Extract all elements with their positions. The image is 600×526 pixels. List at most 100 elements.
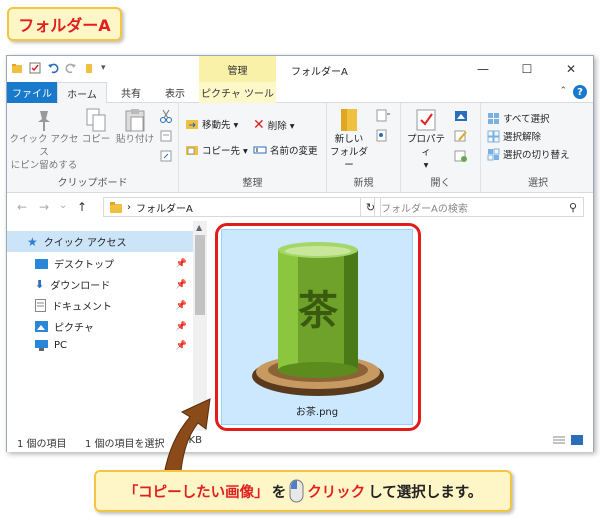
callout-action-text: して選択します。 (368, 484, 483, 501)
new-folder-button[interactable]: 新しい フォルダー (329, 107, 369, 172)
folder-title-badge: フォルダーA (7, 7, 122, 41)
scroll-up-icon[interactable]: ▲ (196, 223, 202, 232)
address-row: ← → ⌄ ↑ › フォルダーA ↻ フォルダーAの検索 ⚲ (7, 193, 593, 221)
recent-locations-button[interactable]: ⌄ (59, 200, 67, 211)
tab-view[interactable]: 表示 (155, 82, 195, 103)
undo-icon[interactable] (47, 62, 59, 74)
nav-item-pc[interactable]: PC 📌 (35, 340, 187, 351)
item-count: 1 個の項目 (17, 439, 67, 450)
rename-icon (253, 146, 267, 154)
copy-to-button[interactable]: コピー先 ▾ (185, 143, 248, 157)
open-icon[interactable] (453, 109, 469, 123)
explorer-window: ▾ 管理 フォルダーA — ☐ ✕ ファイル ホーム 共有 表示 ピクチャ ツー… (6, 55, 594, 452)
open-group-label: 開く (430, 178, 451, 189)
pin-icon: 📌 (175, 258, 187, 269)
pin-icon: 📌 (175, 321, 187, 332)
paste-shortcut-icon[interactable] (159, 149, 173, 163)
select-all-icon (488, 112, 499, 124)
window-title: フォルダーA (291, 67, 348, 78)
history-icon[interactable] (453, 149, 469, 163)
back-button[interactable]: ← (17, 200, 27, 214)
callout-target-text: 「コピーしたい画像」 (123, 484, 269, 501)
collapse-ribbon-icon[interactable]: ⌃ (559, 86, 567, 96)
organize-group-label: 整理 (242, 178, 263, 189)
nav-item-desktop[interactable]: デスクトップ 📌 (35, 256, 187, 271)
mouse-icon (289, 479, 304, 503)
customize-qat-icon[interactable]: ▾ (101, 63, 106, 73)
tab-home[interactable]: ホーム (57, 82, 107, 104)
easy-access-icon[interactable] (375, 129, 391, 143)
selection-highlight-frame (215, 223, 421, 431)
callout-click-text: クリック (307, 484, 366, 501)
select-none-icon (487, 130, 500, 142)
callout-particle-text: を (271, 484, 287, 501)
document-icon (35, 299, 46, 312)
select-group: すべて選択 選択解除 選択の切り替え 選択 (481, 103, 595, 193)
pin-quick-access-button[interactable]: クイック アクセス にピン留めする (9, 107, 79, 172)
select-none-button[interactable]: 選択解除 (487, 129, 541, 143)
search-input[interactable]: フォルダーAの検索 ⚲ (374, 197, 584, 217)
new-folder-icon (341, 109, 357, 131)
redo-icon[interactable] (65, 62, 77, 74)
invert-selection-button[interactable]: 選択の切り替え (487, 147, 570, 161)
paste-button[interactable]: 貼り付け (115, 107, 155, 146)
up-button[interactable]: ↑ (77, 200, 87, 214)
clipboard-group: クイック アクセス にピン留めする コピー 貼り付け クリップボード (7, 103, 179, 193)
delete-button[interactable]: ✕ 削除 ▾ (253, 117, 295, 133)
tab-file[interactable]: ファイル (7, 82, 57, 103)
desktop-icon (35, 258, 48, 269)
cut-icon[interactable] (159, 109, 173, 123)
address-bar[interactable]: › フォルダーA (103, 197, 361, 217)
properties-large-icon (416, 109, 436, 131)
nav-item-pictures[interactable]: ピクチャ 📌 (35, 319, 187, 334)
nav-item-downloads[interactable]: ⬇ ダウンロード 📌 (35, 277, 187, 292)
copy-button[interactable]: コピー (81, 107, 111, 146)
clipboard-group-label: クリップボード (57, 178, 128, 189)
large-icons-view-icon[interactable] (571, 435, 583, 445)
select-all-button[interactable]: すべて選択 (487, 111, 549, 125)
download-icon: ⬇ (35, 278, 45, 291)
tab-picture-tools[interactable]: ピクチャ ツール (199, 82, 276, 103)
move-to-icon (186, 120, 198, 129)
pin-icon: 📌 (175, 340, 187, 351)
paste-icon (125, 109, 145, 132)
move-to-button[interactable]: 移動先 ▾ (185, 117, 238, 131)
pin-icon (38, 111, 50, 131)
file-list: 茶 お茶.png (207, 221, 593, 431)
organize-group: 移動先 ▾ コピー先 ▾ ✕ 削除 ▾ 名前の変更 整理 (179, 103, 327, 193)
pin-icon: 📌 (175, 300, 187, 311)
help-icon[interactable]: ? (573, 85, 587, 99)
edit-icon[interactable] (453, 129, 469, 143)
nav-item-quick-access[interactable]: ★ クイック アクセス (7, 231, 193, 252)
nav-item-documents[interactable]: ドキュメント 📌 (35, 298, 187, 313)
path-separator: › (127, 201, 131, 213)
copy-icon (86, 108, 106, 132)
star-icon: ★ (27, 234, 38, 249)
details-view-icon[interactable] (553, 435, 565, 445)
pc-icon (35, 340, 48, 351)
properties-button[interactable]: プロパティ ▾ (403, 107, 449, 172)
instruction-callout: 「コピーしたい画像」 を クリック して選択します。 (94, 470, 512, 512)
rename-button[interactable]: 名前の変更 (253, 143, 318, 157)
title-bar: ▾ 管理 フォルダーA — ☐ ✕ (7, 56, 593, 82)
tab-share[interactable]: 共有 (111, 82, 151, 103)
new-folder-small-icon[interactable] (83, 62, 95, 74)
ribbon: クイック アクセス にピン留めする コピー 貼り付け クリップボード 移動先 ▾ (7, 103, 593, 193)
minimize-button[interactable]: — (461, 56, 505, 82)
folder-title-text: フォルダーA (18, 16, 111, 35)
new-item-icon[interactable] (375, 109, 391, 123)
scroll-thumb[interactable] (195, 235, 205, 315)
copy-path-icon[interactable] (159, 129, 173, 143)
search-icon: ⚲ (568, 201, 577, 214)
invert-selection-icon (487, 148, 500, 160)
status-bar: 1 個の項目 1 個の項目を選択 9 KB (7, 431, 593, 452)
ribbon-tabs: ファイル ホーム 共有 表示 ピクチャ ツール ⌃ ? (7, 82, 593, 104)
copy-to-icon (186, 146, 198, 155)
open-group: プロパティ ▾ 開く (401, 103, 481, 193)
pictures-icon (35, 321, 48, 332)
maximize-button[interactable]: ☐ (505, 56, 549, 82)
forward-button[interactable]: → (39, 200, 49, 214)
close-button[interactable]: ✕ (549, 56, 593, 82)
quick-access-toolbar: ▾ (11, 62, 106, 74)
properties-icon[interactable] (29, 62, 41, 74)
